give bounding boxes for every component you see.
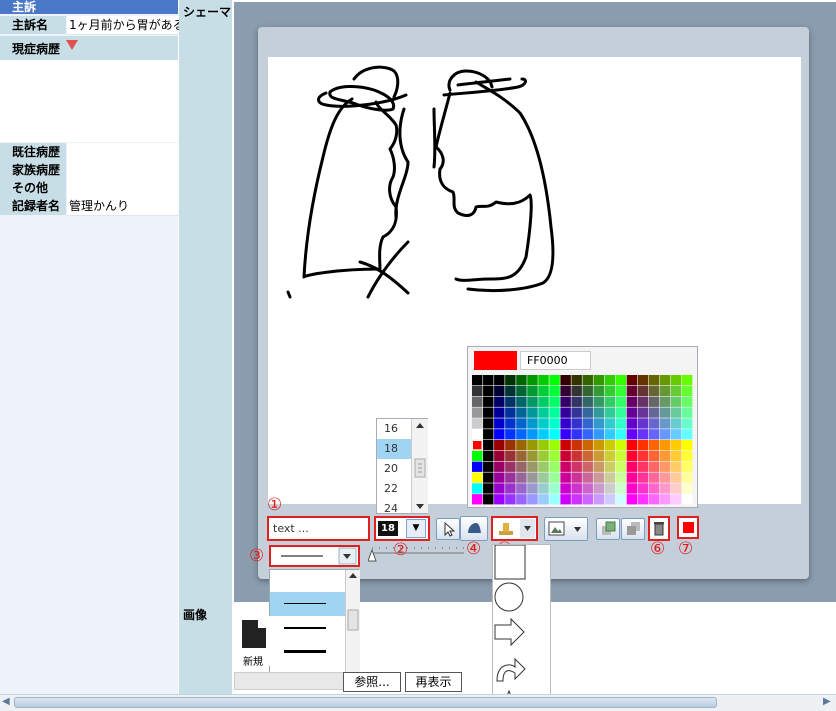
recorder-row: 記録者名 管理かんり (0, 197, 180, 216)
font-size-scrollbar-graphic (414, 423, 426, 509)
marker-6: ⑥ (650, 539, 666, 559)
marker-3: ③ (249, 546, 265, 566)
stamp-icon (499, 519, 535, 538)
schema-label-column (179, 0, 232, 694)
refresh-button[interactable]: 再表示 (405, 672, 462, 692)
font-size-options: 16 18 20 22 24 (377, 419, 413, 515)
past-history-row: 既往病歴 (0, 143, 180, 162)
send-back-icon (627, 522, 640, 535)
color-hex-field[interactable]: FF0000 (520, 351, 591, 370)
browse-button[interactable]: 参照... (343, 672, 401, 692)
stamp-tool-group[interactable] (491, 516, 538, 541)
current-color-swatch (683, 522, 694, 533)
expand-triangle-icon[interactable] (66, 40, 78, 50)
recorder-label: 記録者名 (0, 197, 66, 215)
new-document-icon (242, 620, 266, 648)
line-style-select[interactable] (269, 545, 360, 567)
font-size-value: 18 (378, 521, 398, 536)
other-label: その他 (0, 179, 66, 197)
line-style-scrollbar[interactable] (345, 570, 360, 687)
send-back-button[interactable] (621, 518, 645, 540)
scrollbar-thumb[interactable] (14, 697, 717, 708)
shape-dropdown (492, 544, 551, 710)
delete-button[interactable] (648, 516, 670, 541)
family-history-row: 家族病歴 (0, 161, 180, 180)
line-option-3[interactable] (270, 640, 346, 664)
family-history-label: 家族病歴 (0, 161, 66, 179)
recorder-value[interactable]: 管理かんり (67, 197, 180, 216)
image-path-field[interactable] (234, 672, 350, 690)
shape-curved-arrow-option (496, 657, 526, 682)
font-size-option[interactable]: 20 (377, 459, 413, 479)
schema-label: シェーマ (183, 5, 232, 19)
image-icon (548, 521, 581, 536)
chief-complaint-value[interactable]: 1ヶ月前から胃がある違 (67, 16, 180, 35)
fill-tool-button[interactable] (460, 516, 488, 541)
line-option-1[interactable] (270, 592, 346, 616)
scroll-right-icon[interactable]: ▶ (823, 695, 835, 709)
complaint-header: 主訴 (0, 0, 178, 14)
line-style-scrollbar-graphic (347, 573, 359, 682)
past-history-value[interactable] (67, 143, 180, 162)
past-history-label: 既往病歴 (0, 143, 66, 161)
present-illness-field[interactable] (0, 60, 178, 142)
present-illness-label: 現症病歴 (0, 36, 178, 60)
font-size-option[interactable]: 16 (377, 419, 413, 439)
bring-front-button[interactable] (596, 518, 620, 540)
font-size-option[interactable]: 18 (377, 439, 413, 459)
marker-1: ① (267, 495, 283, 515)
marker-4: ④ (466, 539, 482, 559)
insert-image-group[interactable] (544, 517, 588, 541)
line-option-2[interactable] (270, 616, 346, 640)
pointer-icon (444, 521, 456, 537)
text-input[interactable]: text ... (267, 516, 370, 541)
line-sample (284, 603, 326, 604)
marker-7: ⑦ (678, 539, 694, 559)
other-row: その他 (0, 179, 180, 198)
font-size-scrollbar[interactable] (411, 419, 428, 513)
trash-icon (654, 522, 664, 536)
chief-complaint-row: 主訴名 1ヶ月前から胃がある違 (0, 16, 180, 35)
bring-front-icon (602, 521, 616, 535)
selected-color-swatch (474, 351, 517, 370)
shape-list (493, 545, 526, 709)
image-label: 画像 (183, 608, 208, 622)
shape-circle-option (494, 582, 524, 612)
other-value[interactable] (67, 179, 180, 198)
color-palette-grid[interactable] (472, 375, 693, 505)
size-slider[interactable] (368, 541, 466, 565)
color-button[interactable] (677, 516, 699, 539)
font-size-dropdown-button[interactable]: ▼ (406, 519, 426, 538)
shape-square-option (494, 545, 526, 580)
font-size-option[interactable]: 22 (377, 479, 413, 499)
shape-arrow-option (494, 617, 525, 647)
scroll-left-icon[interactable]: ◀ (2, 695, 14, 709)
chief-complaint-label: 主訴名 (0, 16, 66, 34)
fill-icon (468, 523, 481, 533)
line-sample (284, 627, 326, 629)
new-label: 新規 (243, 657, 263, 668)
line-style-preview (281, 547, 357, 565)
family-history-value[interactable] (67, 161, 180, 180)
select-tool-button[interactable] (436, 518, 460, 540)
line-sample (284, 650, 326, 653)
